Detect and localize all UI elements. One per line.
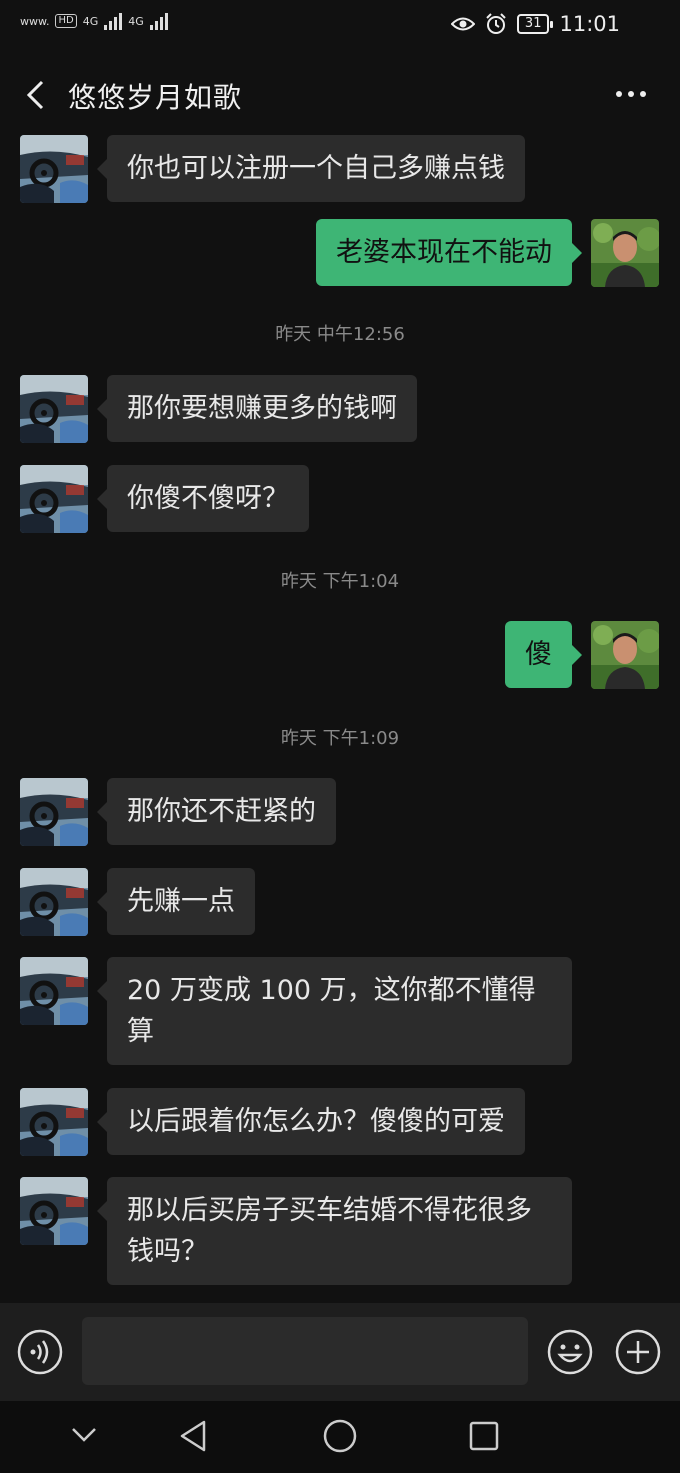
status-left: www. HD 4G 4G <box>20 12 168 30</box>
contact-avatar[interactable] <box>20 135 88 203</box>
message-incoming: 那你还不赶紧的 <box>20 778 336 846</box>
message-incoming: 你傻不傻呀？ <box>20 465 309 533</box>
self-avatar[interactable] <box>591 621 659 689</box>
message-bubble[interactable]: 20 万变成 100 万，这你都不懂得算 <box>97 957 572 1065</box>
contact-avatar[interactable] <box>20 1088 88 1156</box>
message-bubble[interactable]: 那你要想赚更多的钱啊 <box>97 375 417 442</box>
message-bubble[interactable]: 那你还不赶紧的 <box>97 778 336 845</box>
contact-avatar[interactable] <box>20 868 88 936</box>
message-incoming: 20 万变成 100 万，这你都不懂得算 <box>20 957 572 1065</box>
message-incoming: 以后跟着你怎么办？傻傻的可爱 <box>20 1088 525 1156</box>
message-outgoing: 傻 <box>505 621 659 689</box>
message-bubble[interactable]: 那以后买房子买车结婚不得花很多钱吗？ <box>97 1177 572 1285</box>
message-incoming: 你也可以注册一个自己多赚点钱 <box>20 135 525 203</box>
network-label-2: 4G <box>128 14 144 28</box>
status-left-text: www. <box>20 14 50 28</box>
timestamp: 昨天 下午1:09 <box>280 728 400 749</box>
message-bubble[interactable]: 以后跟着你怎么办？傻傻的可爱 <box>97 1088 525 1155</box>
chat-title: 悠悠岁月如歌 <box>68 81 243 114</box>
network-label-1: 4G <box>82 14 99 28</box>
contact-avatar[interactable] <box>20 465 88 533</box>
nav-home-icon[interactable] <box>322 1418 358 1454</box>
message-input[interactable] <box>82 1317 528 1385</box>
message-bubble[interactable]: 先赚一点 <box>97 868 255 935</box>
signal-icon-2 <box>149 12 168 30</box>
message-incoming: 先赚一点 <box>20 868 255 936</box>
emoji-icon[interactable] <box>547 1329 593 1375</box>
back-icon[interactable] <box>22 78 52 112</box>
clock: 11:01 <box>559 12 620 36</box>
nav-recents-icon[interactable] <box>468 1420 500 1452</box>
message-outgoing: 老婆本现在不能动 <box>316 219 659 287</box>
message-bubble[interactable]: 你傻不傻呀？ <box>97 465 309 532</box>
status-bar: www. HD 4G 4G 31 11:01 <box>0 0 680 52</box>
message-bubble[interactable]: 傻 <box>505 621 582 688</box>
message-list[interactable]: 你也可以注册一个自己多赚点钱 老婆本现在不能动 昨天 中午12:56 那你要想赚… <box>0 135 680 1303</box>
chevron-down-icon[interactable] <box>70 1425 98 1445</box>
alarm-icon <box>486 13 506 34</box>
contact-avatar[interactable] <box>20 1177 88 1245</box>
message-bubble[interactable]: 老婆本现在不能动 <box>316 219 582 286</box>
battery-icon: 31 <box>516 14 553 34</box>
more-icon[interactable] <box>616 82 652 106</box>
system-nav-bar <box>0 1401 680 1473</box>
contact-avatar[interactable] <box>20 375 88 443</box>
chat-header: 悠悠岁月如歌 <box>0 62 680 126</box>
voice-icon[interactable] <box>17 1329 63 1375</box>
signal-icon <box>104 12 123 30</box>
plus-icon[interactable] <box>615 1329 661 1375</box>
status-right: 31 11:01 <box>450 12 620 36</box>
self-avatar[interactable] <box>591 219 659 287</box>
timestamp: 昨天 下午1:04 <box>280 571 400 592</box>
message-bubble[interactable]: 你也可以注册一个自己多赚点钱 <box>97 135 525 202</box>
nav-back-icon[interactable] <box>178 1419 208 1453</box>
timestamp: 昨天 中午12:56 <box>275 324 405 345</box>
contact-avatar[interactable] <box>20 778 88 846</box>
hd-badge: HD <box>55 14 77 28</box>
message-incoming: 那你要想赚更多的钱啊 <box>20 375 417 443</box>
message-incoming: 那以后买房子买车结婚不得花很多钱吗？ <box>20 1177 572 1285</box>
contact-avatar[interactable] <box>20 957 88 1025</box>
input-bar <box>0 1303 680 1401</box>
eye-icon <box>450 17 475 31</box>
